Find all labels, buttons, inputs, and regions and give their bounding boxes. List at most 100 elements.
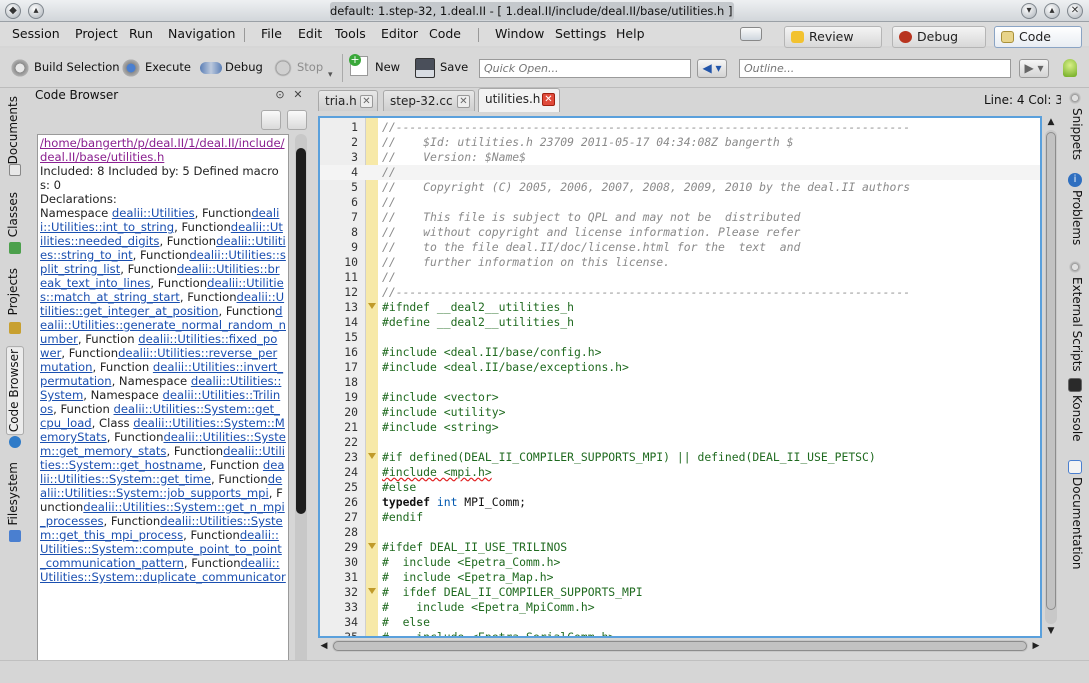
- declaration-link[interactable]: dealii::Utilities: [112, 206, 195, 220]
- review-area-button[interactable]: Review: [784, 26, 882, 48]
- horizontal-scroll-track[interactable]: [332, 640, 1028, 652]
- code-line[interactable]: 35 # include <Epetra_SerialComm.h>: [320, 630, 1040, 636]
- tab-code-browser[interactable]: Code Browser: [6, 346, 24, 436]
- code-line[interactable]: 4 //: [320, 165, 1040, 180]
- scroll-left-icon[interactable]: ◀: [318, 640, 330, 652]
- code-line[interactable]: 29 #ifdef DEAL_II_USE_TRILINOS: [320, 540, 1040, 555]
- outline-input[interactable]: [739, 59, 1011, 78]
- fold-marker-icon[interactable]: [368, 303, 376, 309]
- scroll-down-icon[interactable]: ▼: [1045, 625, 1057, 637]
- code-line[interactable]: 19 #include <vector>: [320, 390, 1040, 405]
- code-line[interactable]: 13 #ifndef __deal2__utilities_h: [320, 300, 1040, 315]
- code-line[interactable]: 11 //: [320, 270, 1040, 285]
- chevron-down-icon[interactable]: ▾: [328, 70, 333, 80]
- code-line[interactable]: 7 // This file is subject to QPL and may …: [320, 210, 1040, 225]
- fold-marker-icon[interactable]: [368, 543, 376, 549]
- close-tab-icon[interactable]: ✕: [360, 95, 373, 108]
- quick-open-input[interactable]: [479, 59, 691, 78]
- menu-editor[interactable]: Editor: [381, 26, 418, 41]
- tab-classes[interactable]: Classes: [6, 192, 24, 237]
- tab-snippets[interactable]: Snippets: [1066, 108, 1084, 160]
- float-panel-icon[interactable]: ⊙: [273, 88, 287, 102]
- code-browser-scroll-thumb[interactable]: [296, 148, 306, 514]
- new-button[interactable]: New: [375, 60, 400, 74]
- code-line[interactable]: 16 #include <deal.II/base/config.h>: [320, 345, 1040, 360]
- code-line[interactable]: 15: [320, 330, 1040, 345]
- fold-marker-icon[interactable]: [368, 588, 376, 594]
- code-line[interactable]: 23 #if defined(DEAL_II_COMPILER_SUPPORTS_…: [320, 450, 1040, 465]
- code-area-button[interactable]: Code: [994, 26, 1082, 48]
- debug-button[interactable]: Debug: [225, 60, 263, 74]
- code-line[interactable]: 26 typedef int MPI_Comm;: [320, 495, 1040, 510]
- code-line[interactable]: 2 // $Id: utilities.h 23709 2011-05-17 04…: [320, 135, 1040, 150]
- tab-utilities-h[interactable]: utilities.h ✕: [478, 88, 560, 112]
- editor-vertical-scrollbar[interactable]: ▲ ▼: [1045, 116, 1057, 638]
- menu-help[interactable]: Help: [616, 26, 645, 41]
- menu-navigation[interactable]: Navigation: [168, 26, 235, 41]
- keep-above-icon[interactable]: ▴: [28, 3, 44, 19]
- menu-window[interactable]: Window: [495, 26, 544, 41]
- menu-edit[interactable]: Edit: [298, 26, 322, 41]
- tab-step-32-cc[interactable]: step-32.cc ✕: [383, 90, 475, 111]
- tab-documents[interactable]: Documents: [6, 96, 24, 164]
- menu-project[interactable]: Project: [75, 26, 118, 41]
- code-line[interactable]: 18: [320, 375, 1040, 390]
- menu-settings[interactable]: Settings: [555, 26, 606, 41]
- code-line[interactable]: 1 //-------------------------------------…: [320, 120, 1040, 135]
- lock-icon[interactable]: [287, 110, 307, 130]
- menu-run[interactable]: Run: [129, 26, 153, 41]
- code-editor[interactable]: 1 //-------------------------------------…: [318, 116, 1042, 638]
- scroll-right-icon[interactable]: ▶: [1030, 640, 1042, 652]
- code-line[interactable]: 25 #else: [320, 480, 1040, 495]
- code-line[interactable]: 32 # ifdef DEAL_II_COMPILER_SUPPORTS_MPI: [320, 585, 1040, 600]
- build-selection-button[interactable]: Build Selection: [34, 60, 120, 74]
- close-tab-icon[interactable]: ✕: [457, 95, 470, 108]
- tab-filesystem[interactable]: Filesystem: [6, 462, 24, 525]
- minimize-icon[interactable]: ▾: [1021, 3, 1037, 19]
- vertical-scroll-thumb[interactable]: [1046, 132, 1056, 610]
- menu-session[interactable]: Session: [12, 26, 60, 41]
- code-line[interactable]: 6 //: [320, 195, 1040, 210]
- code-line[interactable]: 30 # include <Epetra_Comm.h>: [320, 555, 1040, 570]
- code-line[interactable]: 22: [320, 435, 1040, 450]
- code-line[interactable]: 12 //------------------------------------…: [320, 285, 1040, 300]
- tab-tria-h[interactable]: tria.h ✕: [318, 90, 378, 111]
- tab-documentation[interactable]: Documentation: [1066, 477, 1084, 570]
- back-navigation-button[interactable]: ◀ ▾: [697, 59, 727, 78]
- close-icon[interactable]: ✕: [1067, 3, 1083, 19]
- tab-external-scripts[interactable]: External Scripts: [1066, 277, 1084, 372]
- file-path-link[interactable]: /home/bangerth/p/deal.II/1/deal.II/inclu…: [40, 136, 285, 164]
- fold-marker-icon[interactable]: [368, 453, 376, 459]
- code-line[interactable]: 27 #endif: [320, 510, 1040, 525]
- close-tab-icon[interactable]: ✕: [542, 93, 555, 106]
- tab-konsole[interactable]: Konsole: [1066, 395, 1084, 442]
- vertical-scroll-track[interactable]: [1045, 130, 1057, 624]
- stop-button[interactable]: Stop: [297, 60, 323, 74]
- code-line[interactable]: 10 // further information on this license…: [320, 255, 1040, 270]
- code-line[interactable]: 8 // without copyright and license inform…: [320, 225, 1040, 240]
- save-button[interactable]: Save: [440, 60, 468, 74]
- code-line[interactable]: 21 #include <string>: [320, 420, 1040, 435]
- window-menu-icon[interactable]: ◆: [5, 3, 21, 19]
- code-line[interactable]: 5 // Copyright (C) 2005, 2006, 2007, 2008…: [320, 180, 1040, 195]
- sync-icon[interactable]: [261, 110, 281, 130]
- code-browser-scrollbar[interactable]: [295, 134, 307, 674]
- code-line[interactable]: 9 // to the file deal.II/doc/license.html…: [320, 240, 1040, 255]
- tab-projects[interactable]: Projects: [6, 268, 24, 315]
- close-panel-icon[interactable]: ✕: [291, 88, 305, 102]
- code-line[interactable]: 20 #include <utility>: [320, 405, 1040, 420]
- menu-file[interactable]: File: [261, 26, 282, 41]
- forward-navigation-button[interactable]: ▶ ▾: [1019, 59, 1049, 78]
- lightbulb-icon[interactable]: [1063, 59, 1077, 77]
- code-line[interactable]: 24 #include <mpi.h>: [320, 465, 1040, 480]
- code-line[interactable]: 31 # include <Epetra_Map.h>: [320, 570, 1040, 585]
- maximize-icon[interactable]: ▴: [1044, 3, 1060, 19]
- scroll-up-icon[interactable]: ▲: [1045, 116, 1057, 128]
- menu-tools[interactable]: Tools: [335, 26, 366, 41]
- menu-code[interactable]: Code: [429, 26, 461, 41]
- code-line[interactable]: 34 # else: [320, 615, 1040, 630]
- code-line[interactable]: 3 // Version: $Name$: [320, 150, 1040, 165]
- editor-horizontal-scrollbar[interactable]: ◀ ▶: [318, 639, 1042, 653]
- horizontal-scroll-thumb[interactable]: [333, 641, 1027, 651]
- code-line[interactable]: 17 #include <deal.II/base/exceptions.h>: [320, 360, 1040, 375]
